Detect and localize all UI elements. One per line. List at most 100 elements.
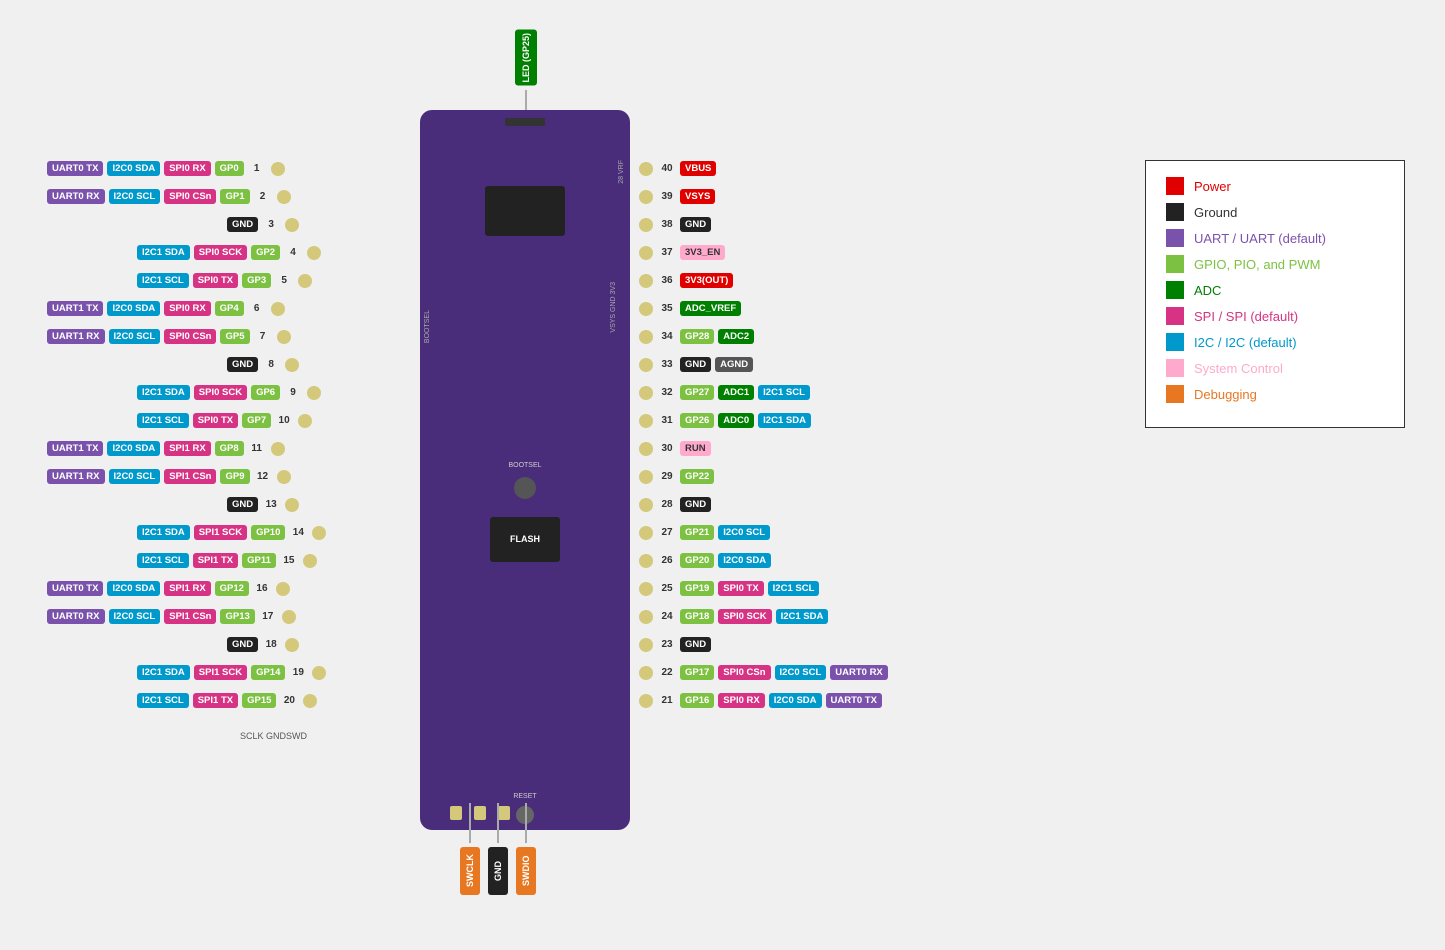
legend-power: Power xyxy=(1166,177,1384,195)
legend-adc: ADC xyxy=(1166,281,1384,299)
gp1-i2c0scl: I2C0 SCL xyxy=(109,189,161,204)
gp6-gpio: GP6 xyxy=(251,385,280,400)
gp12-uart0tx: UART0 TX xyxy=(47,581,103,596)
gnd18-num: 18 xyxy=(260,639,282,650)
gp9-num: 12 xyxy=(252,471,274,482)
gp15-num: 20 xyxy=(278,695,300,706)
gp1-num: 2 xyxy=(252,191,274,202)
gp13-uart0rx: UART0 RX xyxy=(47,609,105,624)
legend-ground-label: Ground xyxy=(1194,205,1237,220)
gp19-num: 25 xyxy=(656,583,678,594)
gnd8-dot xyxy=(285,358,299,372)
gp28-dot xyxy=(639,330,653,344)
reset-label-board: RESET xyxy=(513,793,536,800)
gp2-num: 4 xyxy=(282,247,304,258)
pin-row-gp8: UART1 TX I2C0 SDA SPI1 RX GP8 11 xyxy=(45,435,329,462)
pin-row-gp15: I2C1 SCL SPI1 TX GP15 20 xyxy=(45,687,329,714)
board-usb-connector xyxy=(505,118,545,126)
gp20-i2c: I2C0 SDA xyxy=(718,553,771,568)
pin-row-gp3: I2C1 SCL SPI0 TX GP3 5 xyxy=(45,267,329,294)
gp8-num: 11 xyxy=(246,443,268,454)
gp8-i2c0sda: I2C0 SDA xyxy=(107,441,160,456)
pin-row-agnd33: 33 GND AGND xyxy=(636,351,890,378)
gp8-gpio: GP8 xyxy=(215,441,244,456)
gnd13-num: 13 xyxy=(260,499,282,510)
gp0-dot xyxy=(271,162,285,176)
gp5-i2c0scl: I2C0 SCL xyxy=(109,329,161,344)
gp14-spi1sck: SPI1 SCK xyxy=(194,665,247,680)
bootsel-button[interactable] xyxy=(514,477,536,499)
gp28-gpio: GP28 xyxy=(680,329,714,344)
bootsel-label: BOOTSEL xyxy=(508,462,541,469)
legend-i2c-color xyxy=(1166,333,1184,351)
pin-row-gp12: UART0 TX I2C0 SDA SPI1 RX GP12 16 xyxy=(45,575,329,602)
pin-row-gp13: UART0 RX I2C0 SCL SPI1 CSn GP13 17 xyxy=(45,603,329,630)
gp2-spi0sck: SPI0 SCK xyxy=(194,245,247,260)
pin-row-gnd13: GND 13 xyxy=(45,491,329,518)
legend-i2c-label: I2C / I2C (default) xyxy=(1194,335,1297,350)
gp27-adc: ADC1 xyxy=(718,385,754,400)
gp14-gpio: GP14 xyxy=(251,665,285,680)
gp3-num: 5 xyxy=(273,275,295,286)
r-gnd38-dot xyxy=(639,218,653,232)
legend-sysctrl-color xyxy=(1166,359,1184,377)
legend-power-color xyxy=(1166,177,1184,195)
gp27-i2c: I2C1 SCL xyxy=(758,385,810,400)
gnd18-label: GND xyxy=(227,637,258,652)
agnd33-label: AGND xyxy=(715,357,753,372)
board: VSYS GND 3V3 BOOTSEL FLASH RESET BOOTSEL… xyxy=(420,110,630,830)
gp5-dot xyxy=(277,330,291,344)
legend-debug: Debugging xyxy=(1166,385,1384,403)
run-num: 30 xyxy=(656,443,678,454)
gp11-num: 15 xyxy=(278,555,300,566)
gp10-i2c1sda: I2C1 SDA xyxy=(137,525,190,540)
gp0-uart0tx: UART0 TX xyxy=(47,161,103,176)
gp8-uart1tx: UART1 TX xyxy=(47,441,103,456)
gp4-gpio: GP4 xyxy=(215,301,244,316)
gp11-gpio: GP11 xyxy=(242,553,276,568)
gp26-gpio: GP26 xyxy=(680,413,714,428)
gnd8-label: GND xyxy=(227,357,258,372)
gp18-num: 24 xyxy=(656,611,678,622)
gp10-gpio: GP10 xyxy=(251,525,285,540)
gp15-i2c1scl: I2C1 SCL xyxy=(137,693,189,708)
pin-row-r-gnd23: 23 GND xyxy=(636,631,890,658)
gp15-gpio: GP15 xyxy=(242,693,276,708)
vsys-label: VSYS xyxy=(680,189,715,204)
gp9-gpio: GP9 xyxy=(220,469,249,484)
gp0-i2c0sda: I2C0 SDA xyxy=(107,161,160,176)
pin-row-gp22: 29 GP22 xyxy=(636,463,890,490)
pin-row-run: 30 RUN xyxy=(636,435,890,462)
gp8-dot xyxy=(271,442,285,456)
pin-row-gp20: 26 GP20 I2C0 SDA xyxy=(636,547,890,574)
adcvref-label: ADC_VREF xyxy=(680,301,741,316)
gnd-debug-label: GND xyxy=(488,847,508,895)
pin-row-gnd3: GND 3 xyxy=(45,211,329,238)
gp15-spi1tx: SPI1 TX xyxy=(193,693,238,708)
pin-row-gp11: I2C1 SCL SPI1 TX GP11 15 xyxy=(45,547,329,574)
gp7-i2c1scl: I2C1 SCL xyxy=(137,413,189,428)
gp17-i2c: I2C0 SCL xyxy=(775,665,827,680)
pin-row-adcvref: 35 ADC_VREF xyxy=(636,295,890,322)
agnd33-gnd: GND xyxy=(680,357,711,372)
pin-row-gp26: 31 GP26 ADC0 I2C1 SDA xyxy=(636,407,890,434)
pin-row-gp17: 22 GP17 SPI0 CSn I2C0 SCL UART0 RX xyxy=(636,659,890,686)
gp17-dot xyxy=(639,666,653,680)
gp21-dot xyxy=(639,526,653,540)
gp1-spi0csn: SPI0 CSn xyxy=(164,189,216,204)
gp3-dot xyxy=(298,274,312,288)
gnd13-label: GND xyxy=(227,497,258,512)
sclk-row: SCLK GNDSWD xyxy=(45,722,329,749)
legend-gpio-label: GPIO, PIO, and PWM xyxy=(1194,257,1320,272)
gp13-gpio: GP13 xyxy=(220,609,254,624)
run-label: RUN xyxy=(680,441,711,456)
gp5-spi0csn: SPI0 CSn xyxy=(164,329,216,344)
gp16-spi: SPI0 RX xyxy=(718,693,764,708)
gp27-dot xyxy=(639,386,653,400)
gp9-dot xyxy=(277,470,291,484)
legend-spi-label: SPI / SPI (default) xyxy=(1194,309,1298,324)
3v3en-label: 3V3_EN xyxy=(680,245,725,260)
pin-row-r-gnd38: 38 GND xyxy=(636,211,890,238)
swclk-label: SWCLK xyxy=(460,847,480,895)
pin-row-3v3out: 36 3V3(OUT) xyxy=(636,267,890,294)
